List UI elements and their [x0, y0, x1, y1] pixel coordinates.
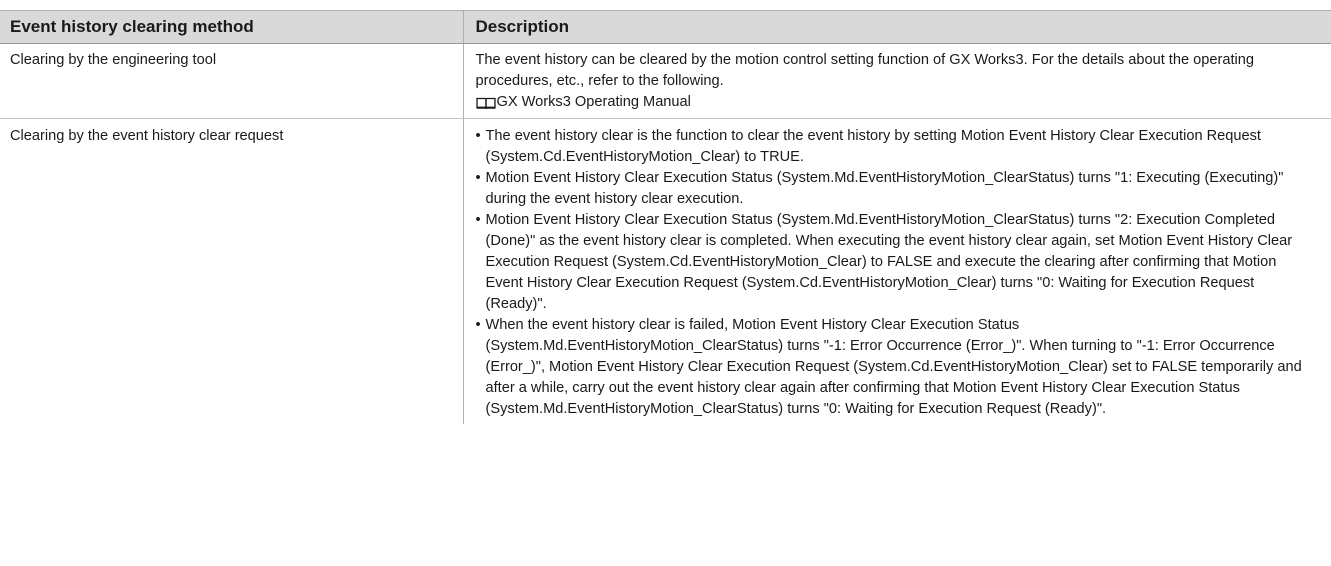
bullet-glyph: • [475, 317, 481, 333]
event-history-clearing-table: Event history clearing method Descriptio… [0, 10, 1331, 424]
manual-book-icon [475, 97, 496, 109]
table-row: Clearing by the engineering tool The eve… [0, 43, 1331, 119]
table-header-row: Event history clearing method Descriptio… [0, 10, 1331, 44]
bullet-glyph: • [475, 212, 481, 228]
list-item-text: Motion Event History Clear Execution Sta… [485, 212, 1293, 312]
column-header-description: Description [462, 10, 1331, 44]
method-cell: Clearing by the engineering tool [0, 43, 463, 119]
description-cell: • The event history clear is the function… [462, 118, 1331, 424]
list-item-text: The event history clear is the function … [485, 128, 1261, 165]
method-cell: Clearing by the event history clear requ… [10, 128, 284, 144]
description-bullet-list: • The event history clear is the function… [476, 126, 1318, 420]
list-item-text: Motion Event History Clear Execution Sta… [485, 170, 1284, 207]
description-text: The event history can be cleared by the … [475, 52, 1255, 89]
list-item: • The event history clear is the function… [476, 126, 1318, 168]
manual-reference-title: GX Works3 Operating Manual [496, 94, 691, 110]
list-item: • Motion Event History Clear Execution St… [476, 168, 1318, 210]
bullet-glyph: • [475, 128, 481, 144]
list-item: • When the event history clear is failed,… [476, 315, 1318, 420]
column-header-method: Event history clearing method [0, 10, 463, 44]
list-item-text: When the event history clear is failed, … [485, 317, 1302, 417]
table-row: Clearing by the event history clear requ… [0, 118, 1331, 424]
bullet-glyph: • [475, 170, 481, 186]
description-cell: The event history can be cleared by the … [462, 43, 1331, 119]
manual-reference: GX Works3 Operating Manual [475, 92, 1318, 113]
list-item: • Motion Event History Clear Execution St… [476, 210, 1318, 315]
